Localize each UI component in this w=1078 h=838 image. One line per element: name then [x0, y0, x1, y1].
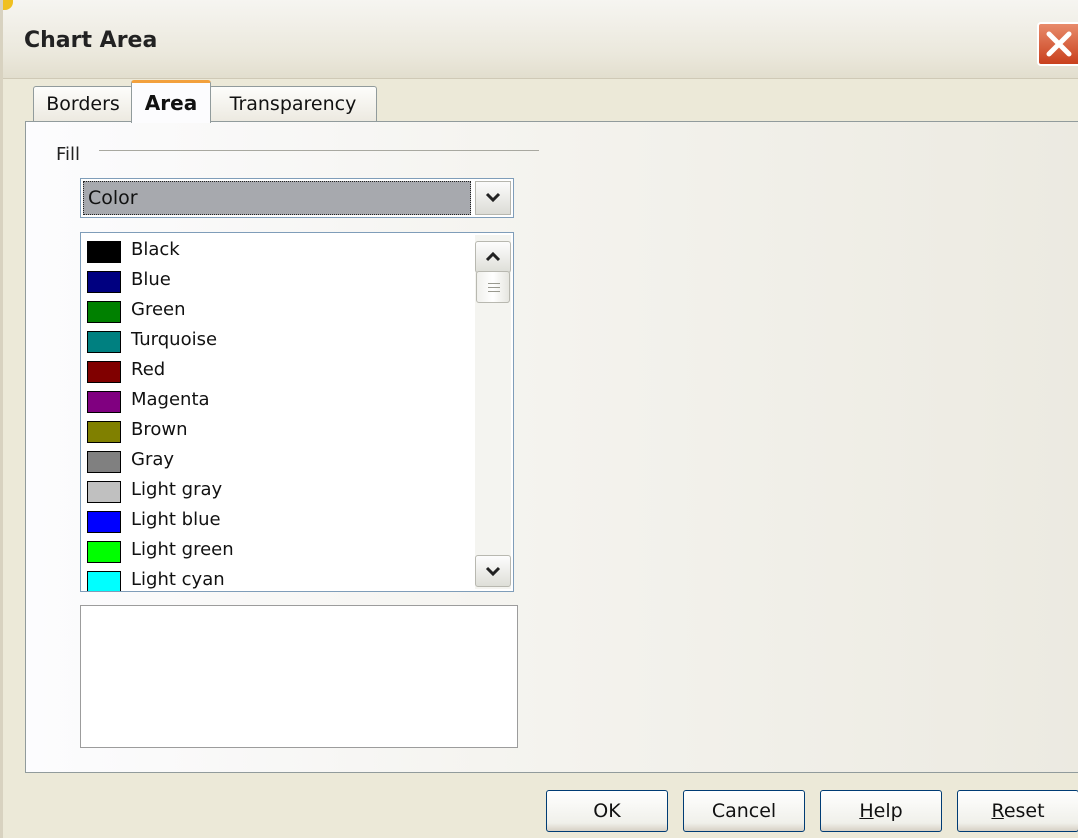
- color-list-item[interactable]: Gray: [87, 447, 467, 477]
- title-bar: Chart Area: [3, 0, 1078, 79]
- dropdown-button[interactable]: [475, 181, 511, 215]
- reset-label-rest: eset: [1003, 800, 1045, 822]
- color-swatch: [87, 301, 121, 323]
- close-button[interactable]: [1037, 22, 1078, 66]
- scroll-up-button[interactable]: [475, 241, 511, 273]
- color-label: Gray: [131, 449, 175, 470]
- color-list-item[interactable]: Light green: [87, 537, 467, 567]
- tab-transparency[interactable]: Transparency: [209, 86, 377, 122]
- area-tab-panel: Fill Color Black Blue Green Turquoise Red Mag…: [25, 121, 1078, 773]
- ok-button[interactable]: OK: [546, 790, 668, 832]
- help-mnemonic: H: [859, 800, 874, 822]
- color-list-item[interactable]: Light cyan: [87, 567, 467, 591]
- help-button[interactable]: Help: [820, 790, 942, 832]
- color-list-item[interactable]: Black: [87, 237, 467, 267]
- color-label: Magenta: [131, 389, 210, 410]
- tab-area[interactable]: Area: [131, 80, 211, 123]
- color-list-item[interactable]: Light gray: [87, 477, 467, 507]
- color-label: Light gray: [131, 479, 223, 500]
- fill-group-label: Fill: [56, 144, 81, 165]
- color-label: Red: [131, 359, 166, 380]
- color-list-scrollbar[interactable]: [475, 235, 511, 589]
- help-label-rest: elp: [873, 800, 903, 822]
- fill-separator: [99, 150, 539, 151]
- color-list-item[interactable]: Turquoise: [87, 327, 467, 357]
- color-list[interactable]: Black Blue Green Turquoise Red Magenta Brown Gr…: [80, 232, 514, 592]
- color-swatch: [87, 481, 121, 503]
- fill-type-select[interactable]: Color: [80, 178, 514, 218]
- color-swatch: [87, 571, 121, 591]
- title-accent: [3, 0, 13, 10]
- color-list-item[interactable]: Light blue: [87, 507, 467, 537]
- color-swatch: [87, 421, 121, 443]
- color-swatch: [87, 511, 121, 533]
- reset-mnemonic: R: [991, 800, 1004, 822]
- color-label: Light blue: [131, 509, 221, 530]
- fill-type-value: Color: [83, 181, 471, 215]
- color-swatch: [87, 391, 121, 413]
- color-swatch: [87, 361, 121, 383]
- fill-preview: [80, 605, 518, 748]
- color-swatch: [87, 541, 121, 563]
- color-label: Light green: [131, 539, 234, 560]
- cancel-button[interactable]: Cancel: [683, 790, 805, 832]
- reset-button[interactable]: Reset: [957, 790, 1078, 832]
- color-swatch: [87, 241, 121, 263]
- color-label: Turquoise: [131, 329, 218, 350]
- color-list-item[interactable]: Brown: [87, 417, 467, 447]
- color-list-item[interactable]: Green: [87, 297, 467, 327]
- chart-area-dialog: Chart Area Borders Area Transparency Fil…: [0, 0, 1078, 838]
- color-label: Light cyan: [131, 569, 225, 590]
- color-list-item[interactable]: Red: [87, 357, 467, 387]
- chevron-down-icon: [476, 566, 510, 590]
- color-swatch: [87, 271, 121, 293]
- scroll-thumb[interactable]: [476, 271, 510, 303]
- color-label: Brown: [131, 419, 188, 440]
- color-list-item[interactable]: Blue: [87, 267, 467, 297]
- color-swatch: [87, 451, 121, 473]
- chevron-down-icon: [476, 192, 510, 218]
- color-swatch: [87, 331, 121, 353]
- color-label: Green: [131, 299, 186, 320]
- tab-borders[interactable]: Borders: [33, 86, 133, 122]
- color-label: Black: [131, 239, 180, 260]
- scroll-down-button[interactable]: [475, 555, 511, 587]
- dialog-title: Chart Area: [24, 28, 158, 53]
- color-list-item[interactable]: Magenta: [87, 387, 467, 417]
- color-label: Blue: [131, 269, 171, 290]
